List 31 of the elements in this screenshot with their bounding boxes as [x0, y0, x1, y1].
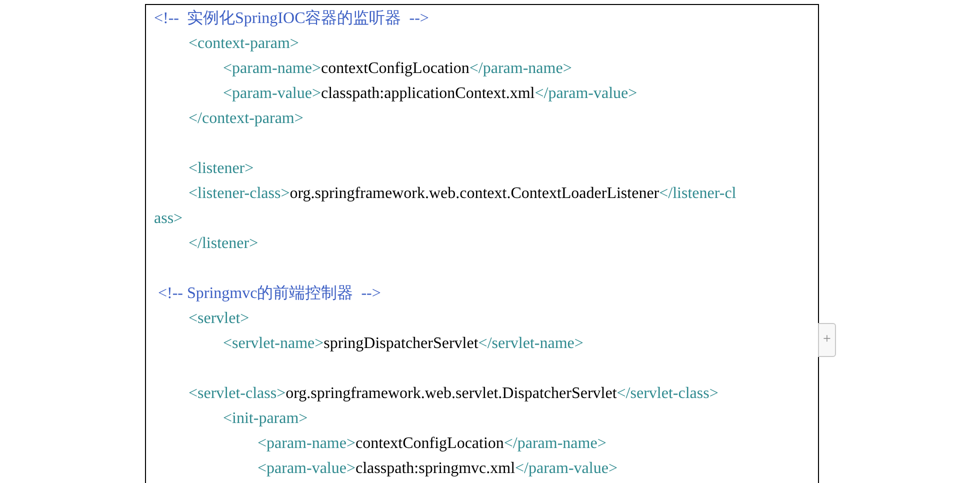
code-comment: <!-- Springmvc的前端控制器 -->: [157, 285, 381, 302]
xml-tag: </listener-cl: [659, 185, 736, 202]
code-comment: <!-- 实例化SpringIOC容器的监听器 -->: [154, 10, 429, 27]
xml-tag: </servlet-class>: [616, 385, 718, 402]
xml-tag: </listener>: [188, 235, 258, 252]
xml-tag: <servlet-class>: [188, 385, 286, 402]
text-value: contextConfigLocation: [321, 60, 470, 77]
xml-tag: <param-value>: [223, 85, 321, 102]
text-value: classpath:applicationContext.xml: [321, 85, 535, 102]
xml-tag: <servlet-name>: [223, 335, 324, 352]
xml-tag: <servlet>: [188, 310, 250, 327]
add-row-button[interactable]: +: [818, 323, 836, 357]
text-value: org.springframework.web.context.ContextLoaderListener: [290, 185, 660, 202]
xml-tag: <param-name>: [258, 435, 356, 452]
text-value: contextConfigLocation: [356, 435, 504, 452]
xml-tag: ass>: [154, 210, 183, 227]
xml-tag: </context-param>: [188, 110, 304, 127]
xml-tag: </param-value>: [534, 85, 638, 102]
xml-tag: <listener-class>: [188, 185, 290, 202]
xml-tag: <param-name>: [223, 60, 321, 77]
xml-tag: <param-value>: [258, 460, 356, 477]
text-value: org.springframework.web.servlet.DispatcherServlet: [286, 385, 617, 402]
xml-tag: </param-value>: [515, 460, 618, 477]
xml-tag: <init-param>: [223, 410, 308, 427]
text-value: classpath:springmvc.xml: [356, 460, 516, 477]
xml-tag: </param-name>: [504, 435, 606, 452]
xml-tag: </servlet-name>: [478, 335, 584, 352]
xml-tag: <listener>: [188, 160, 254, 177]
xml-tag: </param-name>: [469, 60, 572, 77]
xml-tag: <context-param>: [188, 35, 299, 52]
text-value: springDispatcherServlet: [324, 335, 478, 352]
